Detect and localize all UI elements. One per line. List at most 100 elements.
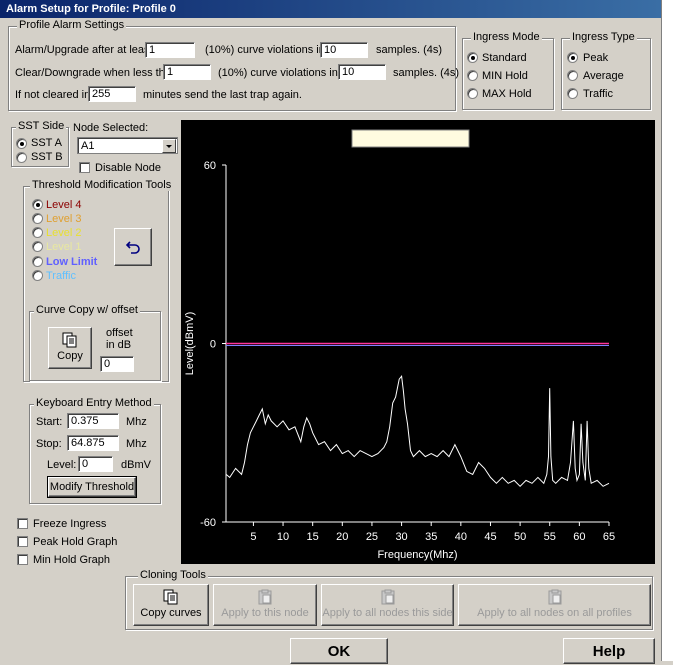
undo-button[interactable] <box>114 228 152 266</box>
apply-to-node-label: Apply to this node <box>221 607 309 619</box>
level-4-radio[interactable] <box>32 199 43 210</box>
sst-b-radio[interactable] <box>16 152 27 163</box>
node-selected-label: Node Selected: <box>73 122 149 134</box>
x-tick-label: 55 <box>544 531 556 543</box>
offset-input[interactable]: 0 <box>100 356 134 372</box>
level-2-label: Level 2 <box>46 227 82 239</box>
sst-b-label: SST B <box>31 151 63 163</box>
y-tick-label: -60 <box>200 517 216 529</box>
ingress-mode-standard-radio[interactable] <box>467 52 478 63</box>
y-tick-label: 0 <box>210 339 216 351</box>
x-tick-label: 45 <box>484 531 496 543</box>
x-axis-label: Frequency(Mhz) <box>377 549 457 561</box>
retrap-suffix: minutes send the last trap again. <box>143 89 302 101</box>
peak-hold-label: Peak Hold Graph <box>33 536 118 548</box>
x-tick-label: 35 <box>425 531 437 543</box>
retrap-minutes-input[interactable]: 255 <box>88 86 136 102</box>
disable-node-checkbox[interactable] <box>79 162 90 173</box>
x-tick-label: 60 <box>573 531 585 543</box>
disable-node-label: Disable Node <box>95 162 162 174</box>
level-3-label: Level 3 <box>46 213 82 225</box>
level-unit: dBmV <box>121 459 151 471</box>
sst-a-radio[interactable] <box>16 138 27 149</box>
copy-curves-button[interactable]: Copy curves <box>133 584 209 626</box>
ingress-mode-max-hold-radio[interactable] <box>467 88 478 99</box>
low-limit-label: Low Limit <box>46 256 98 268</box>
level-3-radio[interactable] <box>32 213 43 224</box>
ingress-mode-legend: Ingress Mode <box>471 31 542 43</box>
alarm-upgrade-count-input[interactable]: 1 <box>145 42 195 58</box>
level-2-radio[interactable] <box>32 227 43 238</box>
apply-to-all-button[interactable]: Apply to all nodes on all profiles <box>458 584 651 626</box>
low-limit-radio[interactable] <box>32 256 43 267</box>
apply-to-side-button[interactable]: Apply to all nodes this side <box>321 584 454 626</box>
spectrum-chart[interactable]: 60 0 -60 5 10 15 20 25 30 35 40 45 50 55 60 65 Frequency… <box>181 120 655 564</box>
stop-input[interactable]: 64.875 <box>67 435 119 451</box>
apply-to-side-label: Apply to all nodes this side <box>322 607 453 619</box>
level-label: Level: <box>47 459 77 471</box>
x-tick-label: 20 <box>336 531 348 543</box>
min-hold-label: Min Hold Graph <box>33 554 111 566</box>
freeze-ingress-label: Freeze Ingress <box>33 518 107 530</box>
offset-unit-label: in dB <box>106 339 132 351</box>
chevron-down-icon[interactable] <box>162 139 176 153</box>
freeze-ingress-checkbox[interactable] <box>17 518 28 529</box>
peak-hold-checkbox[interactable] <box>17 536 28 547</box>
keyboard-entry-legend: Keyboard Entry Method <box>34 397 154 409</box>
modify-threshold-button[interactable]: Modify Threshold <box>47 476 137 498</box>
ingress-mode-min-hold-label: MIN Hold <box>482 70 528 82</box>
clear-downgrade-samples-input[interactable]: 10 <box>338 64 386 80</box>
ingress-type-peak-radio[interactable] <box>567 52 578 63</box>
alarm-upgrade-label: Alarm/Upgrade after at least <box>15 44 153 56</box>
x-tick-label: 30 <box>395 531 407 543</box>
window-edge <box>661 0 673 661</box>
copy-curves-label: Copy curves <box>140 607 202 619</box>
alarm-upgrade-samples-input[interactable]: 10 <box>320 42 368 58</box>
sst-side-legend: SST Side <box>16 120 67 132</box>
x-tick-label: 5 <box>250 531 256 543</box>
ingress-mode-min-hold-radio[interactable] <box>467 70 478 81</box>
level-1-radio[interactable] <box>32 241 43 252</box>
clear-downgrade-suffix: samples. (4s) <box>393 67 460 79</box>
stop-label: Stop: <box>36 438 62 450</box>
window-title: Alarm Setup for Profile: Profile 0 <box>0 0 661 18</box>
sst-a-label: SST A <box>31 137 62 149</box>
apply-to-node-button[interactable]: Apply to this node <box>213 584 317 626</box>
paste-icon <box>380 589 396 605</box>
traffic-label: Traffic <box>46 270 76 282</box>
ok-button[interactable]: OK <box>290 638 388 664</box>
spectrum-chart-svg[interactable]: 60 0 -60 5 10 15 20 25 30 35 40 45 50 55 60 65 Frequency… <box>181 120 655 564</box>
x-tick-label: 40 <box>455 531 467 543</box>
copy-icon <box>62 332 78 348</box>
help-button[interactable]: Help <box>563 638 655 664</box>
ingress-type-average-label: Average <box>583 70 624 82</box>
clear-downgrade-count-input[interactable]: 1 <box>163 64 211 80</box>
y-tick-label: 60 <box>204 160 216 172</box>
x-tick-label: 10 <box>277 531 289 543</box>
profile-alarm-legend: Profile Alarm Settings <box>17 19 127 31</box>
copy-button[interactable]: Copy <box>48 327 92 369</box>
clear-downgrade-label: Clear/Downgrade when less than <box>15 67 178 79</box>
clear-downgrade-mid-label: (10%) curve violations in <box>218 67 338 79</box>
ingress-type-peak-label: Peak <box>583 52 609 64</box>
alarm-upgrade-mid-label: (10%) curve violations in <box>205 44 325 56</box>
undo-arrow-icon <box>125 239 141 258</box>
x-tick-label: 50 <box>514 531 526 543</box>
ingress-type-traffic-radio[interactable] <box>567 88 578 99</box>
stop-unit: Mhz <box>126 438 147 450</box>
paste-icon <box>257 589 273 605</box>
start-label: Start: <box>36 416 63 428</box>
node-select[interactable]: A1 <box>77 137 178 154</box>
spectrum-series-line <box>225 374 610 488</box>
cloning-tools-legend: Cloning Tools <box>138 569 208 581</box>
level-input[interactable]: 0 <box>78 456 113 472</box>
start-input[interactable]: 0.375 <box>67 413 119 429</box>
x-tick-label: 25 <box>366 531 378 543</box>
x-tick-label: 65 <box>603 531 615 543</box>
min-hold-checkbox[interactable] <box>17 554 28 565</box>
ingress-mode-standard-label: Standard <box>482 52 527 64</box>
ingress-type-average-radio[interactable] <box>567 70 578 81</box>
alarm-upgrade-suffix: samples. (4s) <box>376 44 443 56</box>
traffic-radio[interactable] <box>32 270 43 281</box>
apply-to-all-label: Apply to all nodes on all profiles <box>477 607 632 619</box>
